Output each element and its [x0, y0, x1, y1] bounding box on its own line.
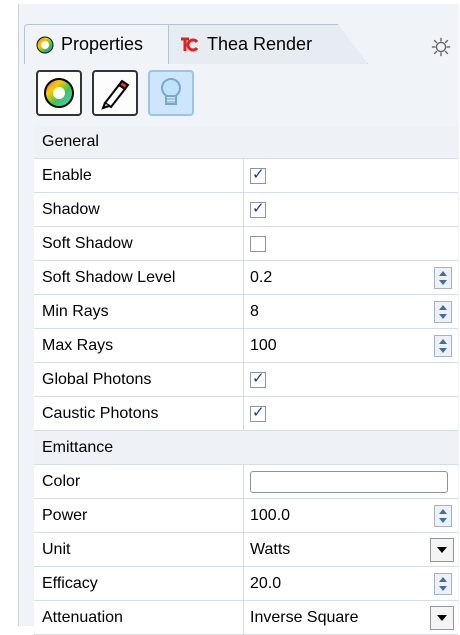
row-global-photons: Global Photons [34, 363, 458, 397]
prop-label: Attenuation [34, 601, 244, 634]
color-circle-icon [36, 36, 54, 53]
light-button[interactable] [148, 70, 194, 116]
row-caustic-photons: Caustic Photons [34, 397, 458, 431]
row-max-rays: Max Rays 100 [34, 329, 458, 363]
max-rays-value[interactable]: 100 [250, 337, 277, 355]
section-general: General [34, 125, 458, 159]
color-swatch[interactable] [250, 470, 448, 493]
prop-value: Watts [244, 533, 458, 566]
gear-icon[interactable] [430, 36, 452, 58]
tab-properties-label: Properties [61, 34, 144, 54]
power-spinner[interactable] [434, 505, 452, 527]
row-soft-shadow: Soft Shadow [34, 227, 458, 261]
row-shadow: Shadow [34, 193, 458, 227]
power-value[interactable]: 100.0 [250, 507, 290, 525]
row-power: Power 100.0 [34, 499, 458, 533]
global-photons-checkbox[interactable] [250, 369, 266, 388]
toolbar [36, 70, 194, 116]
enable-checkbox[interactable] [250, 165, 266, 184]
prop-label: Global Photons [34, 363, 244, 396]
prop-label: Min Rays [34, 295, 244, 328]
prop-label: Unit [34, 533, 244, 566]
prop-label: Shadow [34, 193, 244, 226]
thea-logo-icon [181, 37, 199, 51]
unit-dropdown-button[interactable] [430, 538, 454, 562]
soft-shadow-checkbox[interactable] [250, 235, 266, 252]
prop-value: 100 [244, 329, 458, 362]
row-unit: Unit Watts [34, 533, 458, 567]
tool-button[interactable] [92, 70, 138, 116]
prop-label: Power [34, 499, 244, 532]
color-wheel-icon [44, 78, 74, 108]
caustic-photons-checkbox[interactable] [250, 403, 266, 422]
app-frame: Properties Thea Render General Enable ✓ … [0, 0, 460, 635]
brush-icon [101, 79, 130, 110]
lightbulb-icon [161, 78, 181, 105]
unit-select-value[interactable]: Watts [250, 541, 290, 559]
prop-value [244, 397, 458, 430]
prop-label: Caustic Photons [34, 397, 244, 430]
row-efficacy: Efficacy 20.0 [34, 567, 458, 601]
material-button[interactable] [36, 70, 82, 116]
section-emittance: Emittance [34, 431, 458, 465]
min-rays-value[interactable]: 8 [250, 303, 259, 321]
prop-label: Soft Shadow [34, 227, 244, 260]
section-title: General [34, 125, 458, 158]
prop-label: Soft Shadow Level [34, 261, 244, 294]
prop-value: 100.0 [244, 499, 458, 532]
row-soft-shadow-level: Soft Shadow Level 0.2 [34, 261, 458, 295]
max-rays-spinner[interactable] [434, 335, 452, 357]
prop-value [244, 159, 458, 192]
tab-bar: Properties Thea Render [18, 14, 460, 64]
left-gutter [0, 0, 16, 626]
row-attenuation: Attenuation Inverse Square [34, 601, 458, 635]
tab-properties[interactable]: Properties [24, 24, 174, 64]
prop-value: 20.0 [244, 567, 458, 600]
tab-thea-render[interactable]: Thea Render [168, 24, 368, 64]
prop-value [244, 193, 458, 226]
shadow-checkbox[interactable] [250, 199, 266, 218]
prop-value [244, 363, 458, 396]
row-color: Color [34, 465, 458, 499]
attenuation-select-value[interactable]: Inverse Square [250, 609, 359, 627]
soft-shadow-level-value[interactable]: 0.2 [250, 269, 272, 287]
efficacy-spinner[interactable] [434, 573, 452, 595]
section-title: Emittance [34, 431, 458, 464]
prop-label: Max Rays [34, 329, 244, 362]
properties-grid: General Enable Shadow Soft Shadow Soft S… [34, 125, 458, 635]
prop-label: Efficacy [34, 567, 244, 600]
prop-value: 8 [244, 295, 458, 328]
prop-label: Color [34, 465, 244, 498]
min-rays-spinner[interactable] [434, 301, 452, 323]
prop-label: Enable [34, 159, 244, 192]
row-enable: Enable [34, 159, 458, 193]
prop-value: Inverse Square [244, 601, 458, 634]
soft-shadow-level-spinner[interactable] [434, 267, 452, 289]
attenuation-dropdown-button[interactable] [430, 606, 454, 630]
efficacy-value[interactable]: 20.0 [250, 575, 281, 593]
prop-value: 0.2 [244, 261, 458, 294]
tab-thea-render-label: Thea Render [207, 34, 313, 54]
prop-value [244, 227, 458, 260]
prop-value [244, 465, 458, 498]
row-min-rays: Min Rays 8 [34, 295, 458, 329]
